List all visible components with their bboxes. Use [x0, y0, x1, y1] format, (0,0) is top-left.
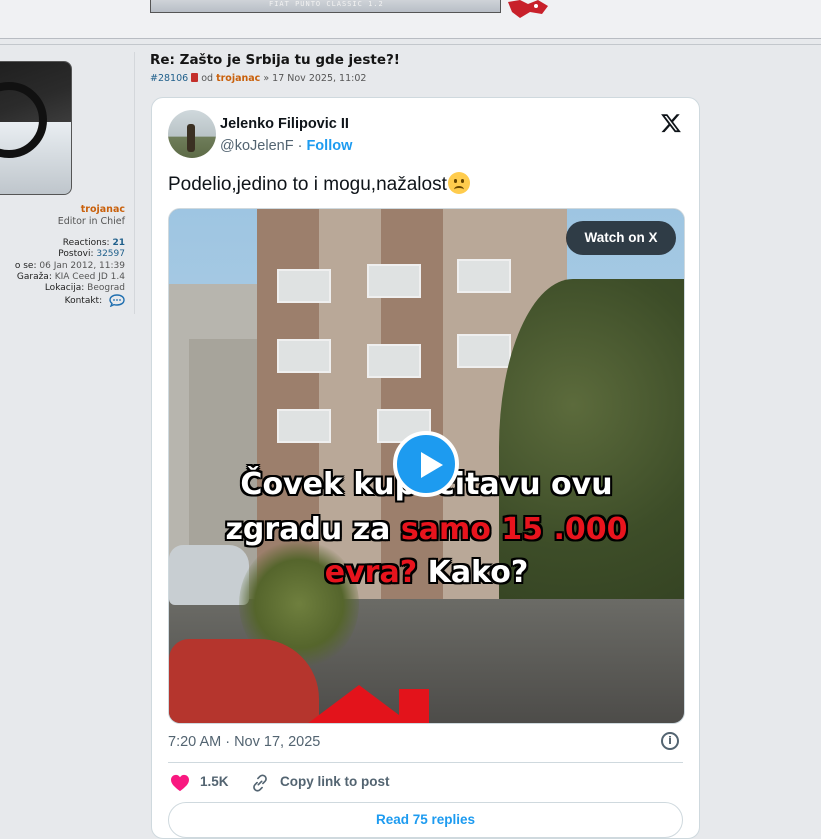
top-strip: FIAT PUNTO CLASSIC 1.2	[0, 0, 821, 38]
author-username[interactable]: trojanac	[81, 204, 125, 215]
stat-location: Lokacija: Beograd	[44, 283, 125, 294]
info-icon[interactable]: i	[661, 732, 679, 750]
tweet-avatar[interactable]	[168, 110, 216, 158]
signature-banner-image: FIAT PUNTO CLASSIC 1.2	[150, 0, 501, 13]
copy-link-button[interactable]: Copy link to post	[280, 774, 390, 789]
watch-on-x-button[interactable]: Watch on X	[566, 221, 676, 255]
heart-icon[interactable]	[170, 774, 190, 792]
mascot-image	[508, 0, 548, 18]
author-stats: Reactions: 21 Postovi: 32597 o se: 06 Ja…	[15, 238, 125, 308]
stat-contact: Kontakt:	[15, 294, 125, 308]
tweet-embed[interactable]: Jelenko Filipovic II @koJelenF · Follow …	[151, 97, 700, 839]
signature-banner-text: FIAT PUNTO CLASSIC 1.2	[269, 0, 384, 8]
play-icon[interactable]	[393, 431, 459, 497]
post-number-link[interactable]: #28106	[150, 73, 188, 84]
stat-joined: o se: 06 Jan 2012, 11:39	[14, 260, 125, 271]
post-title[interactable]: Re: Zašto je Srbija tu gde jeste?!	[150, 52, 400, 68]
stat-posts[interactable]: Postovi: 32597	[15, 249, 125, 260]
video-caption-line-2: zgradu za samo 15 .000	[225, 512, 628, 547]
follow-button[interactable]: Follow	[306, 138, 352, 154]
divider	[0, 44, 821, 45]
divider	[0, 38, 821, 39]
post-icon[interactable]	[191, 73, 199, 82]
tweet-author-name[interactable]: Jelenko Filipovic II	[220, 116, 349, 132]
post-date: » 17 Nov 2025, 11:02	[263, 73, 367, 84]
tweet-video[interactable]: Čovek kup čitavu ovu zgradu za samo 15 .…	[168, 208, 685, 724]
column-separator	[134, 52, 135, 314]
x-logo-icon[interactable]	[660, 112, 682, 134]
tweet-handle[interactable]: @koJelenF	[220, 138, 294, 154]
stat-garage: Garaža: KIA Ceed JD 1.4	[16, 271, 125, 282]
like-count[interactable]: 1.5K	[200, 774, 229, 789]
video-caption-line-3: evra? Kako?	[324, 555, 529, 590]
divider	[168, 762, 683, 763]
author-rank: Editor in Chief	[57, 216, 125, 227]
stat-reactions: Reactions: 21	[62, 238, 125, 248]
frowning-face-icon	[447, 172, 470, 194]
tweet-timestamp[interactable]: 7:20 AM · Nov 17, 2025	[168, 734, 320, 750]
post-meta: #28106 od trojanac » 17 Nov 2025, 11:02	[150, 73, 366, 84]
avatar[interactable]	[0, 61, 72, 195]
tweet-text: Podelio,jedino to i mogu,nažalost	[168, 172, 470, 196]
post-author-link[interactable]: trojanac	[216, 73, 260, 84]
tweet-author-handle: @koJelenF · Follow	[220, 138, 353, 154]
post-by-word: od	[201, 73, 214, 84]
chat-bubble-icon[interactable]	[109, 294, 125, 308]
read-replies-button[interactable]: Read 75 replies	[168, 802, 683, 838]
link-icon[interactable]	[250, 773, 270, 793]
